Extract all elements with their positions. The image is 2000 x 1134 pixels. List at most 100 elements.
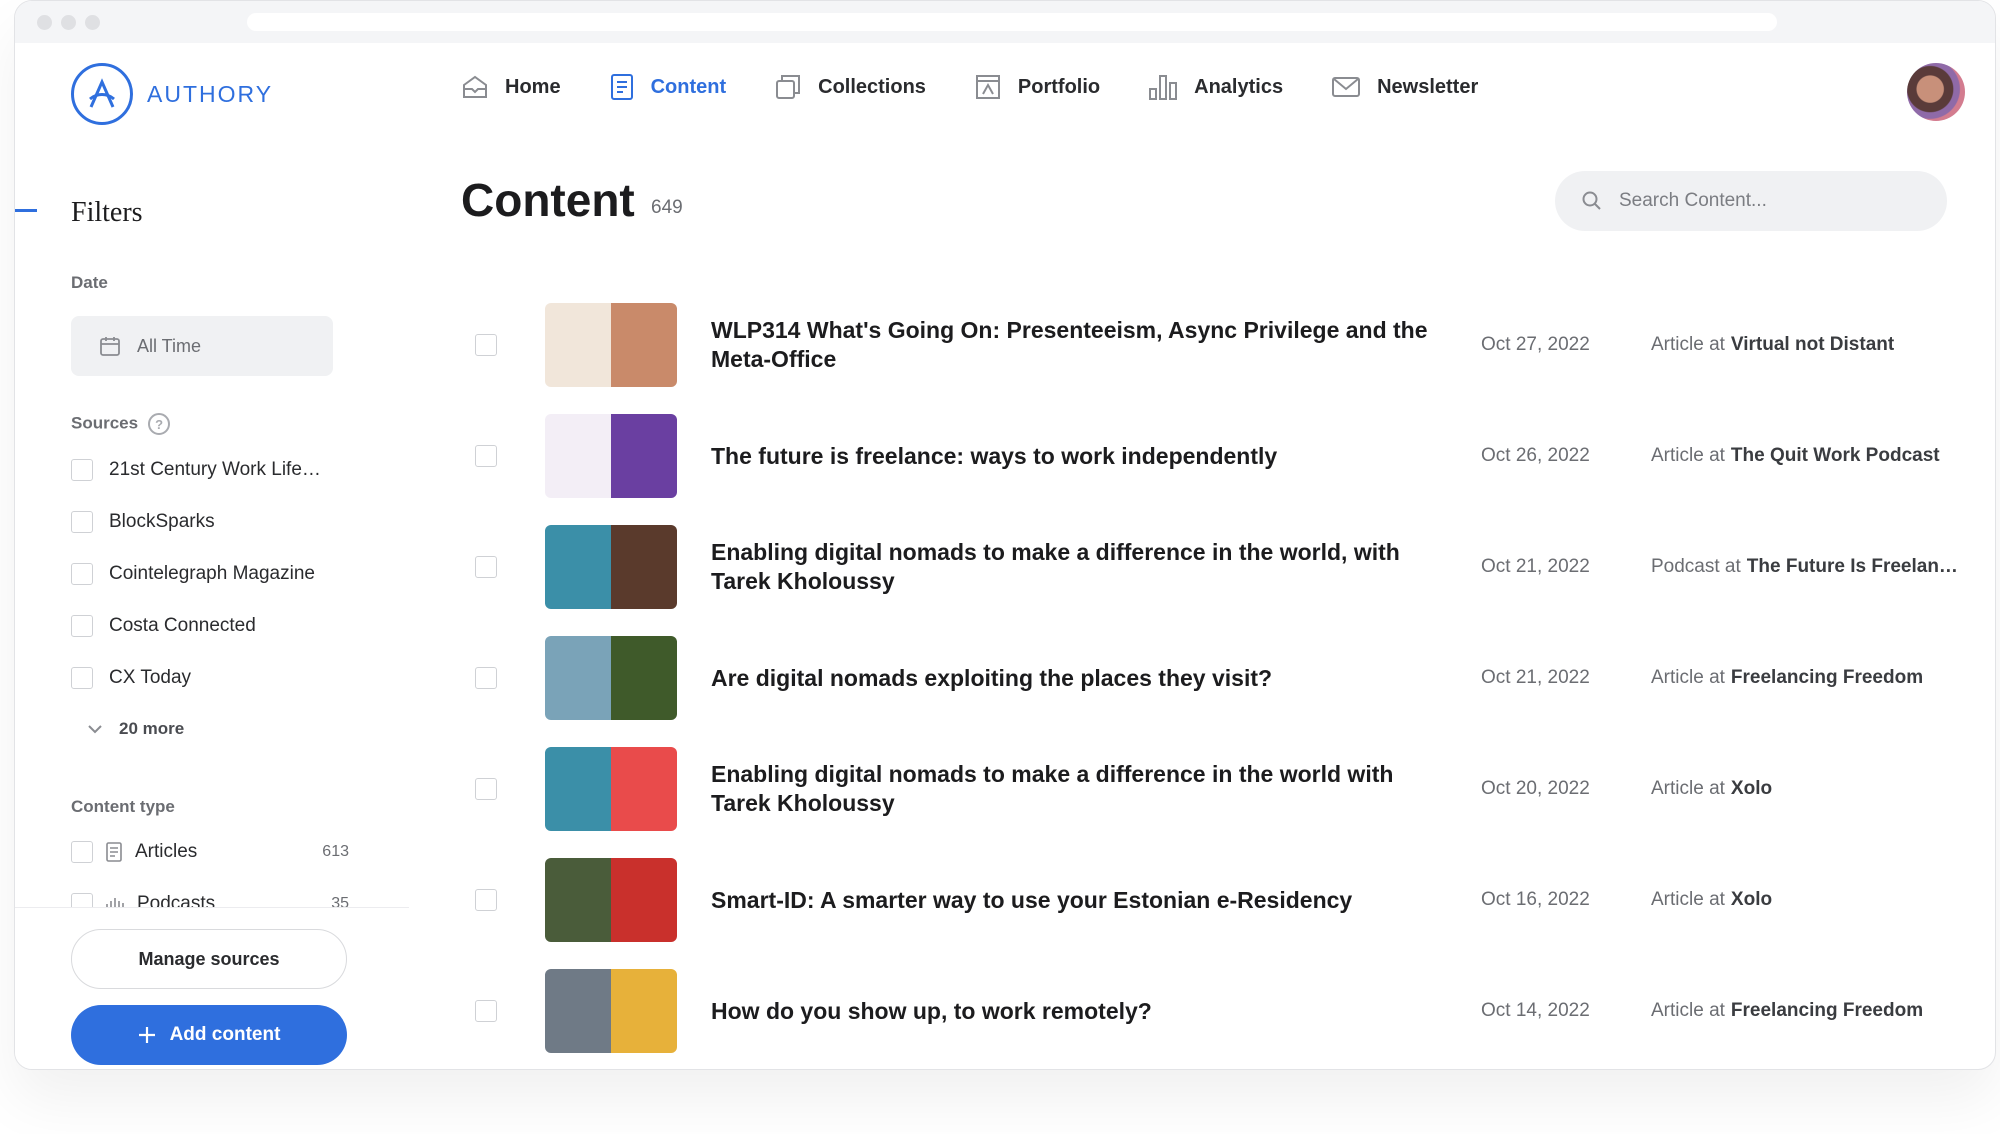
content-source-name[interactable]: Virtual not Distant bbox=[1731, 334, 1894, 356]
add-content-label: Add content bbox=[169, 1024, 281, 1045]
show-more-sources[interactable]: 20 more bbox=[87, 719, 184, 739]
nav-analytics-label: Analytics bbox=[1194, 75, 1284, 98]
content-source-name[interactable]: The Quit Work Podcast bbox=[1731, 445, 1940, 467]
source-label: Costa Connected bbox=[109, 615, 256, 636]
content-source: Article at Freelancing Freedom bbox=[1651, 969, 1969, 1053]
content-source-name[interactable]: Freelancing Freedom bbox=[1731, 1000, 1923, 1022]
content-title[interactable]: How do you show up, to work remotely? bbox=[711, 969, 1451, 1053]
manage-sources-button[interactable]: Manage sources bbox=[71, 929, 347, 989]
source-checkbox[interactable] bbox=[71, 459, 93, 481]
window-minimize-dot[interactable] bbox=[61, 15, 76, 30]
content-source-name[interactable]: Xolo bbox=[1731, 778, 1772, 800]
content-thumbnail[interactable] bbox=[545, 636, 677, 720]
nav-collections-label: Collections bbox=[818, 75, 926, 98]
content-source-name[interactable]: The Future Is Freelan… bbox=[1747, 556, 1958, 578]
content-row[interactable]: Enabling digital nomads to make a differ… bbox=[461, 525, 1961, 609]
content-count: 649 bbox=[651, 197, 683, 218]
window-maximize-dot[interactable] bbox=[85, 15, 100, 30]
main-nav: Home Content Collections Portfolio Analy… bbox=[461, 73, 1526, 101]
content-type-option[interactable]: Articles 613 bbox=[71, 841, 349, 863]
content-row[interactable]: Enabling digital nomads to make a differ… bbox=[461, 747, 1961, 831]
brand-logo[interactable]: AUTHORY bbox=[71, 63, 273, 125]
show-more-label: 20 more bbox=[119, 719, 185, 738]
page-title: Content bbox=[461, 174, 635, 226]
content-title[interactable]: Enabling digital nomads to make a differ… bbox=[711, 747, 1451, 831]
content-type-checkbox[interactable] bbox=[71, 841, 93, 863]
brand-name: AUTHORY bbox=[147, 80, 274, 107]
content-row[interactable]: Smart-ID: A smarter way to use your Esto… bbox=[461, 858, 1961, 942]
document-icon bbox=[106, 842, 122, 862]
user-avatar[interactable] bbox=[1907, 63, 1965, 121]
nav-newsletter[interactable]: Newsletter bbox=[1331, 75, 1478, 99]
content-date: Oct 20, 2022 bbox=[1481, 778, 1590, 799]
content-row[interactable]: The future is freelance: ways to work in… bbox=[461, 414, 1961, 498]
source-label: Cointelegraph Magazine bbox=[109, 563, 315, 584]
row-checkbox[interactable] bbox=[475, 778, 497, 800]
content-title[interactable]: WLP314 What's Going On: Presenteeism, As… bbox=[711, 303, 1451, 387]
content-row[interactable]: How do you show up, to work remotely? Oct… bbox=[461, 969, 1961, 1053]
search-box[interactable] bbox=[1555, 171, 1947, 231]
content-source: Article at Virtual not Distant bbox=[1651, 303, 1969, 387]
row-checkbox[interactable] bbox=[475, 445, 497, 467]
content-row[interactable]: Are digital nomads exploiting the places… bbox=[461, 636, 1961, 720]
add-content-button[interactable]: Add content bbox=[71, 1005, 347, 1065]
content-thumbnail[interactable] bbox=[545, 414, 677, 498]
content-date: Oct 21, 2022 bbox=[1481, 556, 1590, 577]
content-row[interactable]: WLP314 What's Going On: Presenteeism, As… bbox=[461, 303, 1961, 387]
content-type-text: Podcast at bbox=[1651, 556, 1741, 577]
nav-content[interactable]: Content bbox=[609, 73, 726, 101]
source-option[interactable]: Costa Connected bbox=[71, 615, 256, 637]
source-label: BlockSparks bbox=[109, 511, 215, 532]
content-source: Article at Xolo bbox=[1651, 747, 1969, 831]
source-option[interactable]: BlockSparks bbox=[71, 511, 215, 533]
date-filter-button[interactable]: All Time bbox=[71, 316, 333, 376]
newsletter-icon bbox=[1332, 77, 1361, 97]
nav-analytics[interactable]: Analytics bbox=[1148, 73, 1283, 101]
source-checkbox[interactable] bbox=[71, 667, 93, 689]
content-icon bbox=[610, 74, 633, 100]
content-source: Podcast at The Future Is Freelan… bbox=[1651, 525, 1969, 609]
search-input[interactable] bbox=[1619, 190, 1919, 212]
content-title[interactable]: The future is freelance: ways to work in… bbox=[711, 414, 1451, 498]
content-date: Oct 16, 2022 bbox=[1481, 889, 1590, 910]
source-checkbox[interactable] bbox=[71, 615, 93, 637]
content-thumbnail[interactable] bbox=[545, 969, 677, 1053]
content-type-label: Content type bbox=[71, 797, 175, 816]
sources-filter-label: Sources? bbox=[71, 413, 171, 435]
content-title[interactable]: Are digital nomads exploiting the places… bbox=[711, 636, 1451, 720]
row-checkbox[interactable] bbox=[475, 889, 497, 911]
content-type-text: Article at bbox=[1651, 334, 1725, 355]
plus-icon bbox=[138, 1027, 155, 1043]
source-option[interactable]: 21st Century Work Life… bbox=[71, 459, 321, 481]
source-checkbox[interactable] bbox=[71, 563, 93, 585]
content-type-text: Article at bbox=[1651, 667, 1725, 688]
content-thumbnail[interactable] bbox=[545, 858, 677, 942]
nav-collections[interactable]: Collections bbox=[774, 73, 926, 101]
content-thumbnail[interactable] bbox=[545, 747, 677, 831]
row-checkbox[interactable] bbox=[475, 334, 497, 356]
portfolio-icon bbox=[975, 75, 1000, 99]
content-thumbnail[interactable] bbox=[545, 303, 677, 387]
content-thumbnail[interactable] bbox=[545, 525, 677, 609]
content-source-name[interactable]: Xolo bbox=[1731, 889, 1772, 911]
home-icon bbox=[463, 75, 487, 98]
row-checkbox[interactable] bbox=[475, 1000, 497, 1022]
nav-home[interactable]: Home bbox=[461, 74, 561, 100]
window-close-dot[interactable] bbox=[37, 15, 52, 30]
content-source-name[interactable]: Freelancing Freedom bbox=[1731, 667, 1923, 689]
row-checkbox[interactable] bbox=[475, 556, 497, 578]
source-checkbox[interactable] bbox=[71, 511, 93, 533]
content-title[interactable]: Enabling digital nomads to make a differ… bbox=[711, 525, 1451, 609]
content-date: Oct 27, 2022 bbox=[1481, 334, 1590, 355]
content-source: Article at The Quit Work Podcast bbox=[1651, 414, 1969, 498]
content-title[interactable]: Smart-ID: A smarter way to use your Esto… bbox=[711, 858, 1451, 942]
content-type-text: Article at bbox=[1651, 1000, 1725, 1021]
address-bar[interactable] bbox=[247, 13, 1777, 31]
nav-portfolio[interactable]: Portfolio bbox=[974, 73, 1100, 101]
source-option[interactable]: Cointelegraph Magazine bbox=[71, 563, 315, 585]
browser-chrome bbox=[15, 1, 1995, 43]
collections-icon bbox=[776, 75, 801, 99]
row-checkbox[interactable] bbox=[475, 667, 497, 689]
source-option[interactable]: CX Today bbox=[71, 667, 191, 689]
help-icon[interactable]: ? bbox=[148, 413, 171, 435]
